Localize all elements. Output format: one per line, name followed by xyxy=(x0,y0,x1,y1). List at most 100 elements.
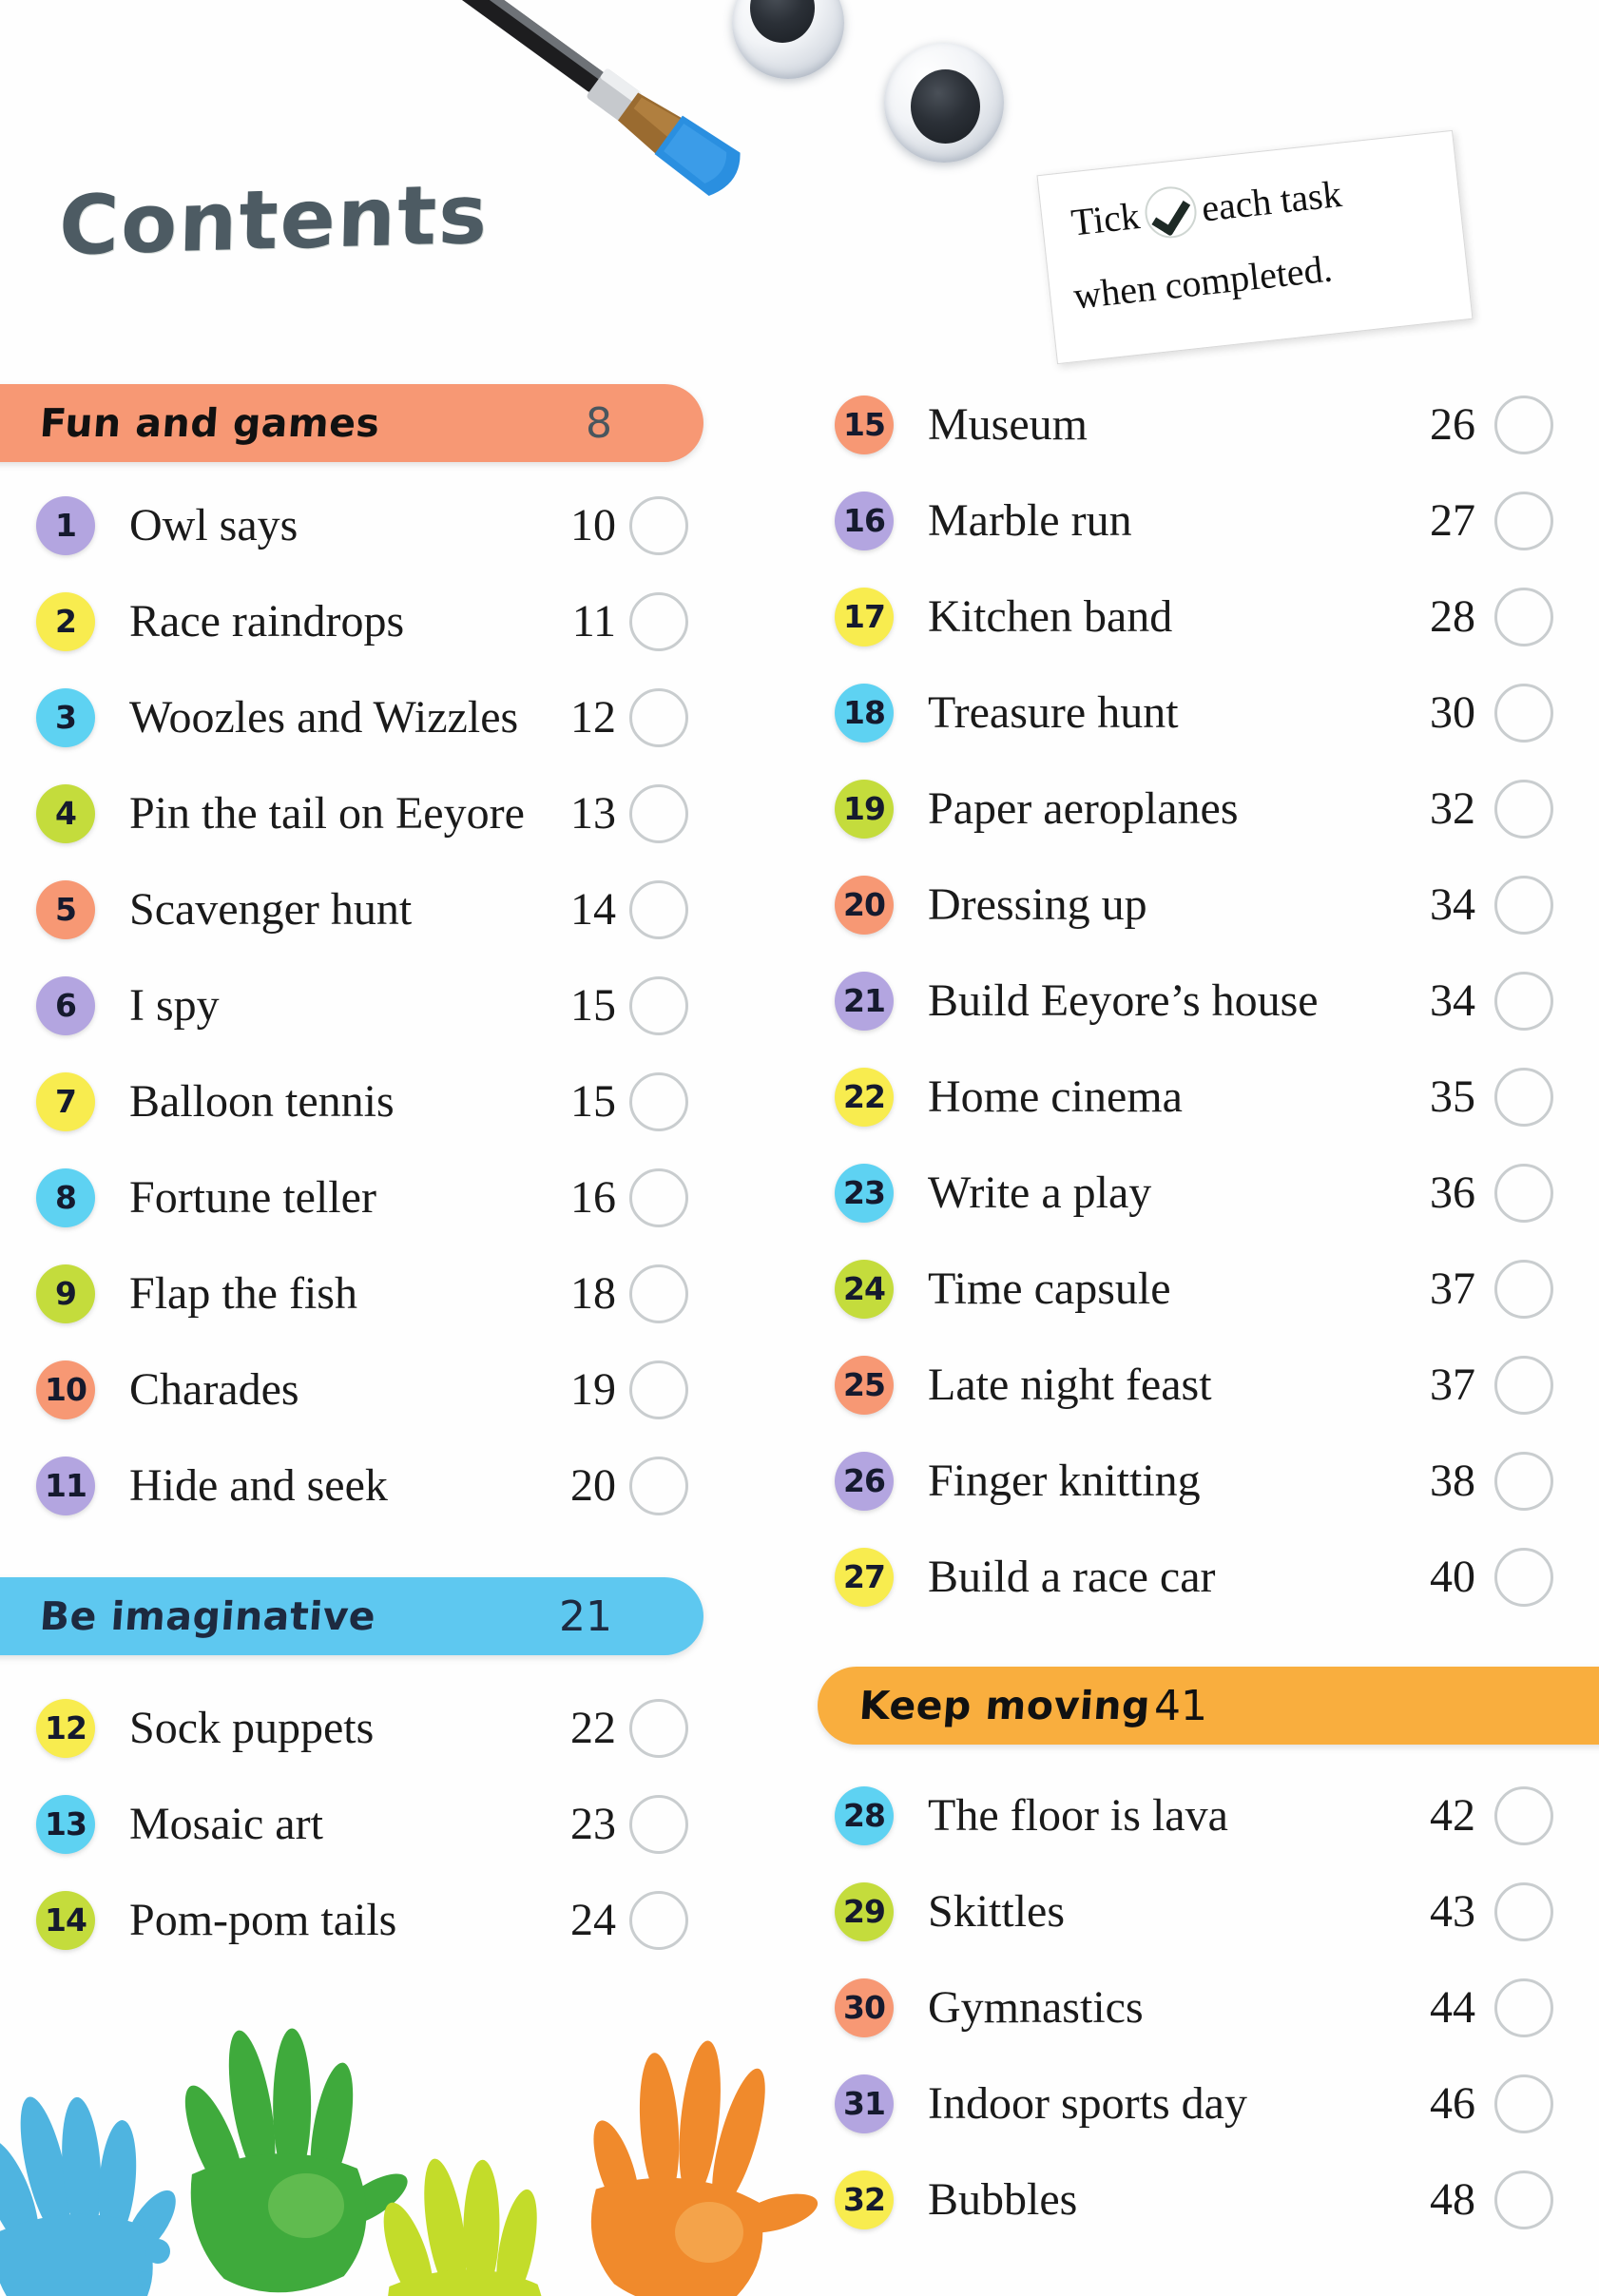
list-item[interactable]: 26 Finger knitting 38 xyxy=(818,1433,1599,1529)
item-page-number: 34 xyxy=(1430,879,1475,930)
tick-checkbox[interactable] xyxy=(1494,971,1553,1031)
list-item[interactable]: 18 Treasure hunt 30 xyxy=(818,665,1599,761)
list-item[interactable]: 4 Pin the tail on Eeyore 13 xyxy=(0,765,761,861)
item-number-badge: 7 xyxy=(36,1071,95,1131)
list-item[interactable]: 30 Gymnastics 44 xyxy=(818,1959,1599,2055)
tick-instruction-note: Tick each task when completed. xyxy=(1036,129,1474,365)
tick-checkbox[interactable] xyxy=(1494,2074,1553,2133)
section-banner-fun-and-games[interactable]: Fun and games 8 xyxy=(0,384,703,462)
item-page-number: 34 xyxy=(1430,975,1475,1026)
handprint-decorations xyxy=(0,2016,819,2296)
item-title: The floor is lava xyxy=(928,1790,1228,1841)
list-item[interactable]: 13 Mosaic art 23 xyxy=(0,1776,761,1872)
right-column: 15 Museum 26 16 Marble run 27 17 Kitchen… xyxy=(818,384,1599,2248)
item-title: Owl says xyxy=(129,500,299,550)
list-item[interactable]: 19 Paper aeroplanes 32 xyxy=(818,761,1599,857)
list-item[interactable]: 7 Balloon tennis 15 xyxy=(0,1053,761,1149)
list-item[interactable]: 21 Build Eeyore’s house 34 xyxy=(818,953,1599,1049)
list-item[interactable]: 29 Skittles 43 xyxy=(818,1863,1599,1959)
item-number-badge: 14 xyxy=(36,1890,95,1950)
list-item[interactable]: 9 Flap the fish 18 xyxy=(0,1245,761,1341)
tick-checkbox[interactable] xyxy=(1494,1259,1553,1319)
item-number-badge: 1 xyxy=(36,495,95,555)
tick-checkbox[interactable] xyxy=(1494,1881,1553,1941)
item-title: Sock puppets xyxy=(129,1703,375,1753)
tick-checkbox[interactable] xyxy=(1494,683,1553,743)
item-title: Fortune teller xyxy=(129,1172,376,1223)
tick-checkbox[interactable] xyxy=(1494,2170,1553,2229)
section-page-number: 8 xyxy=(586,398,612,448)
section-banner-keep-moving[interactable]: Keep moving 41 xyxy=(818,1667,1599,1745)
list-item[interactable]: 1 Owl says 10 xyxy=(0,477,761,573)
tick-checkbox[interactable] xyxy=(629,1890,688,1950)
list-item[interactable]: 6 I spy 15 xyxy=(0,957,761,1053)
tick-note-line2: when completed. xyxy=(1071,246,1335,318)
item-page-number: 43 xyxy=(1430,1886,1475,1937)
tick-checkbox[interactable] xyxy=(629,1794,688,1854)
tick-checkbox[interactable] xyxy=(1494,395,1553,454)
tick-checkbox[interactable] xyxy=(1494,491,1553,550)
item-page-number: 11 xyxy=(571,596,616,646)
list-item[interactable]: 32 Bubbles 48 xyxy=(818,2151,1599,2248)
tick-checkbox[interactable] xyxy=(629,1071,688,1131)
item-number-badge: 5 xyxy=(36,879,95,939)
tick-checkbox[interactable] xyxy=(629,1698,688,1758)
tick-checkbox[interactable] xyxy=(629,975,688,1035)
item-page-number: 15 xyxy=(570,1076,616,1127)
list-item[interactable]: 12 Sock puppets 22 xyxy=(0,1680,761,1776)
tick-checkbox[interactable] xyxy=(1494,1785,1553,1845)
tick-checkbox[interactable] xyxy=(629,1456,688,1515)
list-item[interactable]: 17 Kitchen band 28 xyxy=(818,569,1599,665)
tick-checkbox[interactable] xyxy=(629,1264,688,1323)
tick-checkbox[interactable] xyxy=(1494,587,1553,646)
list-item[interactable]: 2 Race raindrops 11 xyxy=(0,573,761,669)
item-title: I spy xyxy=(129,980,220,1031)
section-page-number: 21 xyxy=(559,1592,612,1641)
tick-checkbox[interactable] xyxy=(1494,779,1553,839)
tick-checkbox[interactable] xyxy=(1494,1547,1553,1607)
section-title: Keep moving xyxy=(857,1683,1152,1728)
tick-checkbox[interactable] xyxy=(629,1360,688,1419)
list-item[interactable]: 3 Woozles and Wizzles 12 xyxy=(0,669,761,765)
tick-checkbox[interactable] xyxy=(629,783,688,843)
item-title: Hide and seek xyxy=(129,1460,388,1511)
tick-note-line1-after: each task xyxy=(1199,171,1344,230)
tick-checkbox[interactable] xyxy=(1494,1355,1553,1415)
item-number-badge: 13 xyxy=(36,1794,95,1854)
list-item[interactable]: 23 Write a play 36 xyxy=(818,1145,1599,1241)
list-item[interactable]: 10 Charades 19 xyxy=(0,1341,761,1437)
item-page-number: 38 xyxy=(1430,1456,1475,1506)
item-page-number: 40 xyxy=(1430,1552,1475,1602)
tick-checkbox[interactable] xyxy=(1494,1978,1553,2037)
tick-checkbox[interactable] xyxy=(1494,1163,1553,1223)
list-item[interactable]: 25 Late night feast 37 xyxy=(818,1337,1599,1433)
tick-checkbox[interactable] xyxy=(629,687,688,747)
tick-checkbox[interactable] xyxy=(629,1167,688,1227)
list-item[interactable]: 5 Scavenger hunt 14 xyxy=(0,861,761,957)
tick-checkbox[interactable] xyxy=(629,591,688,651)
handprint-lime-icon xyxy=(359,2139,597,2296)
list-item[interactable]: 11 Hide and seek 20 xyxy=(0,1437,761,1534)
item-title: Late night feast xyxy=(928,1360,1212,1410)
list-item[interactable]: 24 Time capsule 37 xyxy=(818,1241,1599,1337)
tick-checkbox[interactable] xyxy=(629,879,688,939)
tick-checkbox[interactable] xyxy=(1494,875,1553,935)
list-item[interactable]: 31 Indoor sports day 46 xyxy=(818,2055,1599,2151)
tick-checkbox[interactable] xyxy=(629,495,688,555)
tick-checkbox[interactable] xyxy=(1494,1067,1553,1127)
item-title: Home cinema xyxy=(928,1071,1183,1122)
list-item[interactable]: 27 Build a race car 40 xyxy=(818,1529,1599,1625)
item-page-number: 26 xyxy=(1430,399,1475,450)
item-number-badge: 4 xyxy=(36,783,95,843)
googly-eye-icon xyxy=(884,43,1004,163)
list-item[interactable]: 8 Fortune teller 16 xyxy=(0,1149,761,1245)
list-item[interactable]: 16 Marble run 27 xyxy=(818,473,1599,569)
item-title: Kitchen band xyxy=(928,591,1173,642)
list-item[interactable]: 22 Home cinema 35 xyxy=(818,1049,1599,1145)
list-item[interactable]: 20 Dressing up 34 xyxy=(818,857,1599,953)
list-item[interactable]: 15 Museum 26 xyxy=(818,376,1599,473)
tick-checkbox[interactable] xyxy=(1494,1451,1553,1511)
list-item[interactable]: 14 Pom-pom tails 24 xyxy=(0,1872,761,1968)
section-banner-be-imaginative[interactable]: Be imaginative 21 xyxy=(0,1577,703,1655)
list-item[interactable]: 28 The floor is lava 42 xyxy=(818,1767,1599,1863)
